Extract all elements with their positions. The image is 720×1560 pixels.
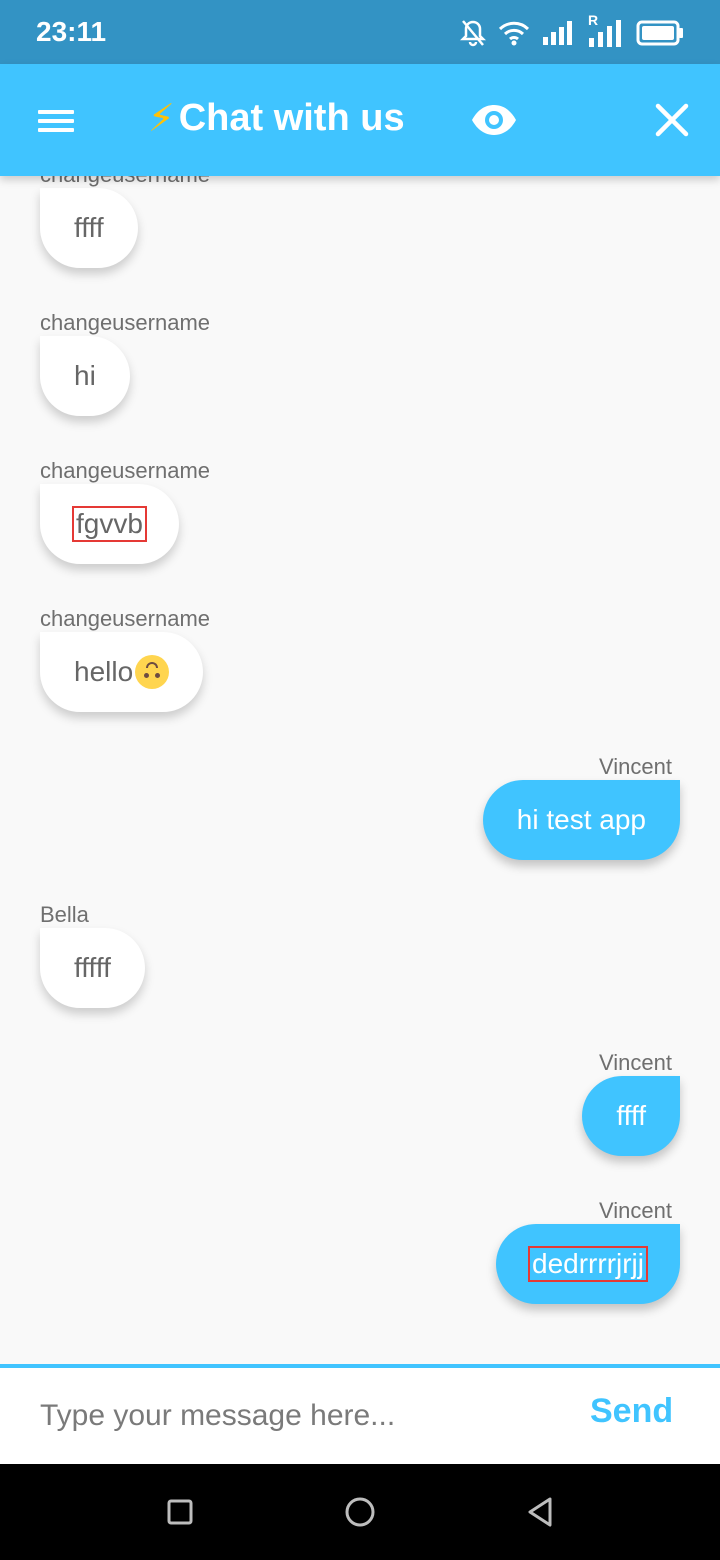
message-text: hello [74,656,134,687]
message-text: fgvvb [72,506,147,542]
message-text: hi test app [516,804,646,835]
message-bubble[interactable]: fgvvb [40,484,179,564]
message-bubble[interactable]: fffff [40,928,145,1008]
message-sender: changeusername [40,310,211,335]
status-bar: 23:11 R [0,0,720,64]
message-sender: changeusername [40,606,211,631]
page-title-text: Chat with us [178,97,405,139]
battery-icon [636,20,683,46]
upside-down-face-icon [135,655,170,689]
message-text: ffff [74,212,104,243]
message-text: fffff [74,952,111,983]
signal-roaming-icon [589,20,621,47]
message-sender: Vincent [599,1198,672,1223]
send-button[interactable]: Send [590,1392,673,1431]
message-list[interactable]: changeusername ffff changeusername hi ch… [0,176,720,1364]
menu-icon-line [38,110,74,114]
message-composer: Send [0,1364,720,1464]
eye-icon[interactable] [470,100,518,140]
menu-icon-line [38,119,74,123]
menu-button[interactable] [30,100,82,140]
message-sender: Bella [40,902,89,927]
message-input[interactable] [40,1386,560,1446]
message-sender: changeusername [40,176,210,188]
message-text: hi [74,360,96,391]
lightning-bolt-icon: ⚡ [148,98,175,140]
home-icon[interactable] [342,1494,378,1530]
app-bar: ⚡ Chat with us [0,64,720,176]
message-bubble[interactable]: hi [40,336,130,416]
message-sender: Vincent [599,1050,672,1075]
wifi-icon [498,21,530,46]
message-sender: Vincent [599,754,672,779]
menu-icon-line [38,128,74,132]
message-bubble[interactable]: hello [40,632,204,712]
message-text: dedrrrrjrjj [528,1246,648,1282]
message-text: ffff [616,1100,646,1131]
page-title: ⚡ Chat with us [148,96,405,141]
signal-icon [543,21,572,45]
system-nav-bar [0,1464,720,1560]
message-bubble[interactable]: hi test app [482,780,680,860]
message-bubble[interactable]: dedrrrrjrjj [496,1224,680,1304]
signal-roaming: R [588,12,624,48]
close-icon[interactable] [650,98,694,142]
status-icons: R [460,12,684,50]
message-bubble[interactable]: ffff [40,188,138,268]
message-bubble[interactable]: ffff [582,1076,680,1156]
bell-off-icon [460,20,486,47]
recents-icon[interactable] [162,1494,198,1530]
message-sender: changeusername [40,458,211,483]
status-time: 23:11 [36,16,107,47]
back-icon[interactable] [522,1494,558,1530]
